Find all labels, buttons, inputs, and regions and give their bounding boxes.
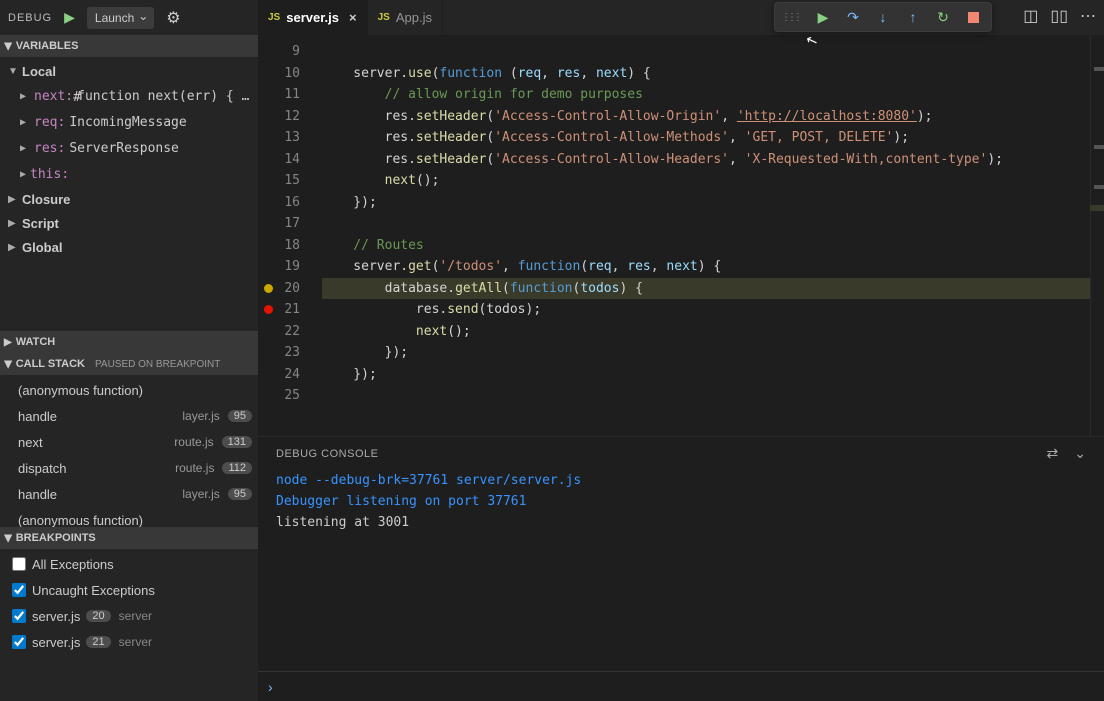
debug-console-panel: DEBUG CONSOLE ⇄ ⌄ node --debug-brk=37761… (258, 436, 1104, 701)
editor-tab[interactable]: JSserver.js× (258, 0, 368, 35)
breakpoint-checkbox[interactable] (12, 557, 26, 571)
toggle-layout-icon[interactable]: ▯▯ (1050, 6, 1068, 26)
breakpoints-section-header[interactable]: ▶BREAKPOINTS (0, 527, 258, 549)
clear-console-icon[interactable]: ⇄ (1047, 445, 1059, 462)
overview-ruler[interactable] (1090, 35, 1104, 436)
variables-section-header[interactable]: ▶VARIABLES (0, 35, 258, 57)
stack-frame[interactable]: (anonymous function) (0, 507, 258, 527)
console-line: Debugger listening on port 37761 (276, 491, 1086, 512)
step-over-button[interactable]: ↷ (841, 5, 865, 29)
stack-frame[interactable]: handlelayer.js95 (0, 481, 258, 507)
stack-frame[interactable]: nextroute.js131 (0, 429, 258, 455)
breakpoint-glyph[interactable] (264, 284, 273, 293)
callstack-section-header[interactable]: ▶CALL STACK PAUSED ON BREAKPOINT (0, 353, 258, 375)
stack-frame[interactable]: dispatchroute.js112 (0, 455, 258, 481)
editor-tab[interactable]: JSApp.js (368, 0, 443, 35)
step-into-button[interactable]: ↓ (871, 5, 895, 29)
stack-frame[interactable]: (anonymous function) (0, 377, 258, 403)
js-file-icon: JS (378, 12, 390, 23)
line-number-gutter[interactable]: 910111213141516171819202122232425 (258, 35, 322, 436)
breakpoint-row[interactable]: Uncaught Exceptions (0, 577, 258, 603)
stop-button[interactable] (961, 5, 985, 29)
drag-handle-icon[interactable]: ⋮⋮⋮ (781, 12, 805, 23)
debug-console-input[interactable]: › (258, 671, 1104, 701)
more-actions-icon[interactable]: ⋯ (1080, 6, 1096, 26)
variable-row[interactable]: ▶this: # (0, 161, 258, 187)
breakpoint-checkbox[interactable] (12, 609, 26, 623)
editor-area: JSserver.js×JSApp.js ⋮⋮⋮ ▶ ↷ ↓ ↑ ↻ ◫ ▯▯ … (258, 0, 1104, 701)
step-out-button[interactable]: ↑ (901, 5, 925, 29)
restart-button[interactable]: ↻ (931, 5, 955, 29)
console-line: listening at 3001 (276, 512, 1086, 533)
scope-local[interactable]: ▼Local (0, 59, 258, 83)
split-editor-icon[interactable]: ◫ (1023, 6, 1038, 26)
watch-section-header[interactable]: ▶WATCH (0, 331, 258, 353)
debug-sidebar: DEBUG ▶ Launch ⚙ ▶VARIABLES ▼Local ▶next… (0, 0, 258, 701)
debug-console-tab[interactable]: DEBUG CONSOLE (276, 448, 378, 460)
breakpoint-row[interactable]: server.js21server (0, 629, 258, 655)
breakpoint-checkbox[interactable] (12, 635, 26, 649)
js-file-icon: JS (268, 12, 280, 23)
breakpoint-row[interactable]: All Exceptions (0, 551, 258, 577)
callstack-status: PAUSED ON BREAKPOINT (95, 359, 220, 370)
launch-config-select[interactable]: Launch (87, 7, 154, 29)
prompt-chevron-icon: › (268, 679, 273, 695)
console-line: node --debug-brk=37761 server/server.js (276, 470, 1086, 491)
breakpoint-row[interactable]: server.js20server (0, 603, 258, 629)
start-debug-button[interactable]: ▶ (60, 9, 79, 26)
code-editor[interactable]: server.use(function (req, res, next) { /… (322, 35, 1090, 436)
continue-button[interactable]: ▶ (811, 5, 835, 29)
close-tab-icon[interactable]: × (345, 10, 357, 25)
stack-frame[interactable]: handlelayer.js95 (0, 403, 258, 429)
debug-view-title: DEBUG (8, 12, 52, 24)
breakpoint-checkbox[interactable] (12, 583, 26, 597)
debug-toolbar[interactable]: ⋮⋮⋮ ▶ ↷ ↓ ↑ ↻ (774, 2, 992, 32)
configure-gear-icon[interactable]: ⚙ (162, 8, 184, 28)
breakpoint-glyph[interactable] (264, 305, 273, 314)
collapse-panel-icon[interactable]: ⌄ (1074, 445, 1086, 462)
